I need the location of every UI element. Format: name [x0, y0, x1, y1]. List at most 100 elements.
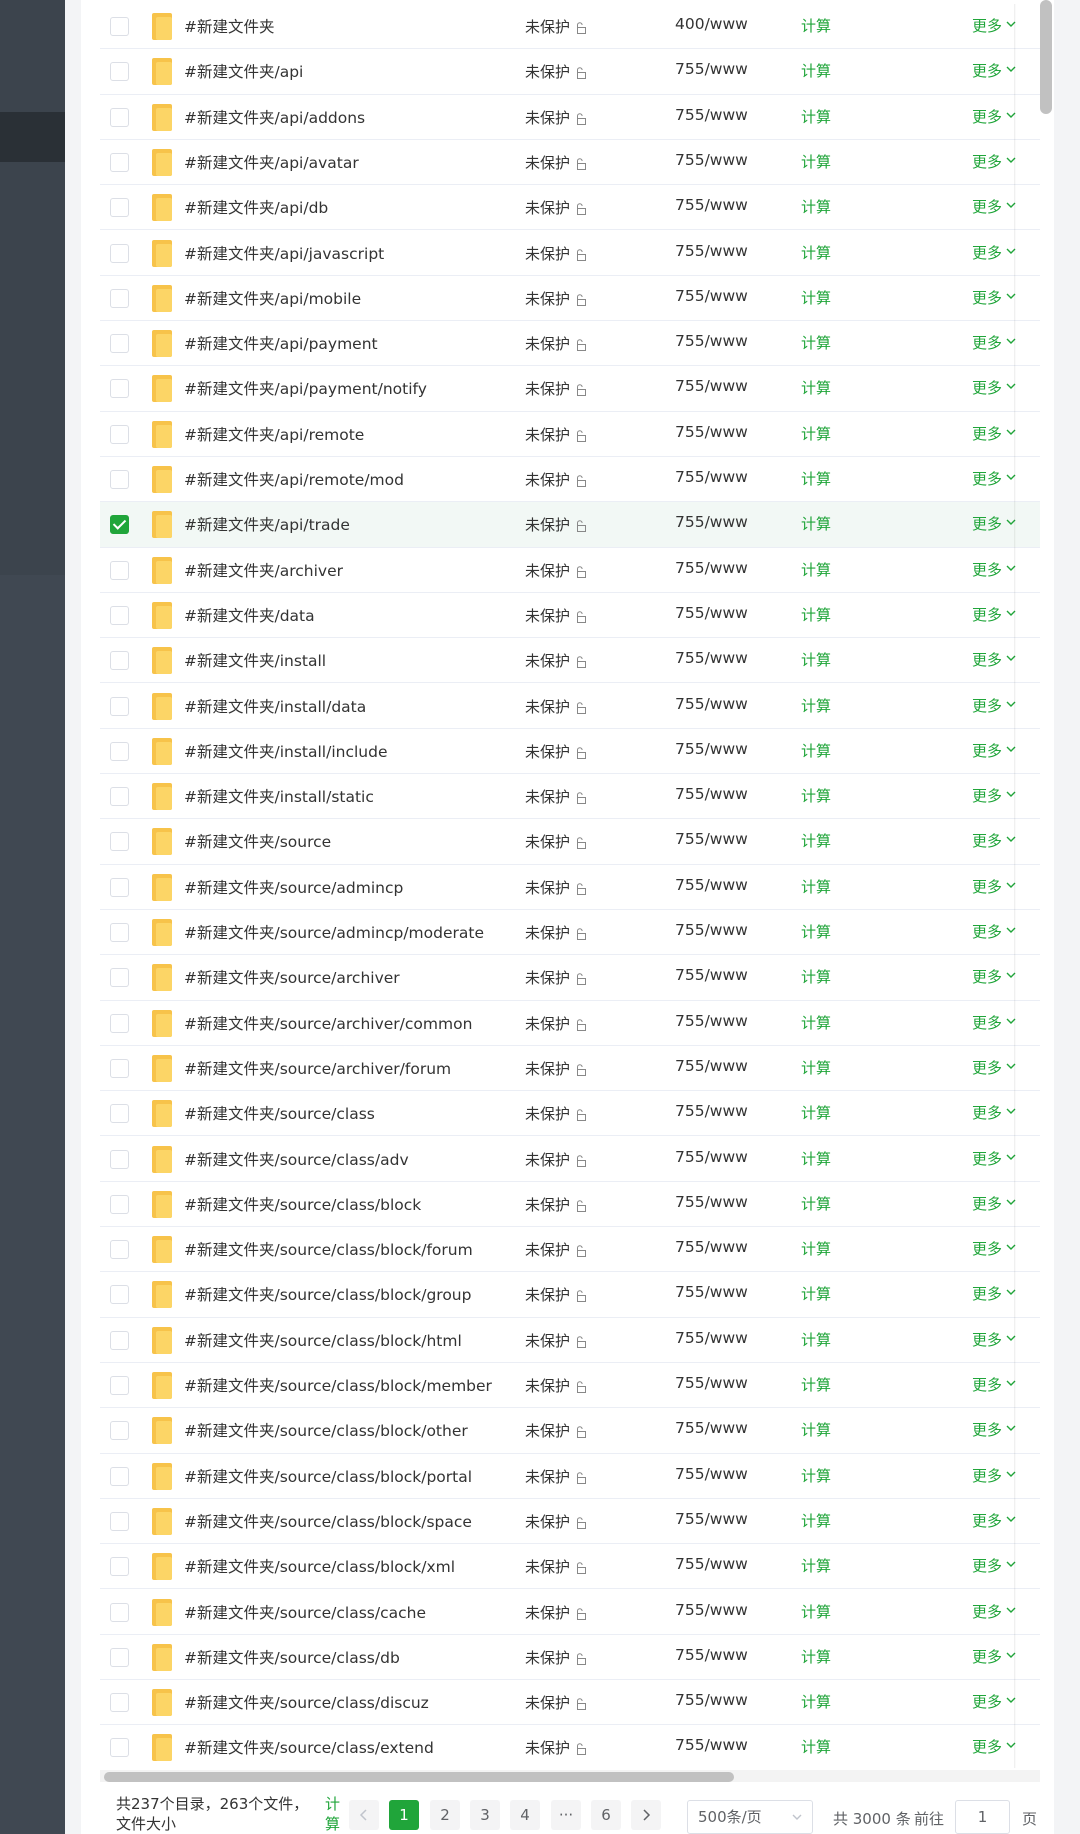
permission[interactable]: 400/www: [675, 15, 748, 33]
protection-status[interactable]: 未保护: [525, 107, 570, 128]
row-checkbox[interactable]: [110, 1602, 129, 1622]
permission[interactable]: 755/www: [675, 1419, 748, 1437]
calc-size-link[interactable]: 计算: [801, 1465, 831, 1486]
calc-size-link[interactable]: 计算: [801, 1510, 831, 1531]
file-name[interactable]: #新建文件夹/source/class/block/forum: [184, 1238, 473, 1260]
row-checkbox[interactable]: [110, 334, 129, 354]
more-dropdown[interactable]: 更多: [972, 966, 1002, 987]
unlock-icon[interactable]: [575, 882, 587, 895]
unlock-icon[interactable]: [575, 701, 587, 714]
row-checkbox[interactable]: [110, 1738, 129, 1758]
table-row[interactable]: #新建文件夹/source/class/block/space 未保护 755/ww…: [100, 1499, 1040, 1545]
file-name[interactable]: #新建文件夹/install: [184, 649, 326, 671]
protection-status[interactable]: 未保护: [525, 741, 570, 762]
row-checkbox[interactable]: [110, 923, 129, 942]
more-dropdown[interactable]: 更多: [972, 921, 1002, 942]
file-name[interactable]: #新建文件夹/source/class: [184, 1102, 375, 1124]
table-row[interactable]: #新建文件夹/source/admincp 未保护 755/www 计算 更多: [100, 865, 1040, 910]
row-checkbox[interactable]: [110, 62, 129, 82]
protection-status[interactable]: 未保护: [525, 16, 570, 37]
unlock-icon[interactable]: [575, 565, 587, 578]
unlock-icon[interactable]: [575, 1426, 587, 1439]
table-row[interactable]: #新建文件夹/source/class/block 未保护 755/www 计算 更多: [100, 1182, 1040, 1228]
unlock-icon[interactable]: [575, 429, 587, 442]
protection-status[interactable]: 未保护: [525, 378, 570, 399]
page-button-2[interactable]: 2: [430, 1800, 460, 1830]
unlock-icon[interactable]: [575, 248, 587, 261]
more-dropdown[interactable]: 更多: [972, 1555, 1002, 1576]
table-row[interactable]: #新建文件夹/source/class/block/forum 未保护 755/ww…: [100, 1227, 1040, 1273]
calc-size-link[interactable]: 计算: [801, 785, 831, 806]
protection-status[interactable]: 未保护: [525, 1556, 570, 1577]
row-checkbox[interactable]: [110, 968, 129, 988]
more-dropdown[interactable]: 更多: [972, 423, 1002, 444]
row-checkbox[interactable]: [110, 1240, 129, 1260]
table-row[interactable]: #新建文件夹/install/include 未保护 755/www 计算 更多: [100, 729, 1040, 775]
page-button-3[interactable]: 3: [470, 1800, 500, 1830]
more-dropdown[interactable]: 更多: [972, 377, 1002, 398]
summary-calc-link[interactable]: 计算: [325, 1794, 343, 1834]
permission[interactable]: 755/www: [675, 1374, 748, 1392]
permission[interactable]: 755/www: [675, 468, 748, 486]
row-checkbox[interactable]: [110, 424, 129, 444]
permission[interactable]: 755/www: [675, 1283, 748, 1301]
calc-size-link[interactable]: 计算: [801, 287, 831, 308]
permission[interactable]: 755/www: [675, 1646, 748, 1664]
protection-status[interactable]: 未保护: [525, 1466, 570, 1487]
calc-size-link[interactable]: 计算: [801, 332, 831, 353]
permission[interactable]: 755/www: [675, 695, 748, 713]
table-row[interactable]: #新建文件夹/source/class/cache 未保护 755/www 计算 更多: [100, 1590, 1040, 1635]
protection-status[interactable]: 未保护: [525, 1149, 570, 1170]
calc-size-link[interactable]: 计算: [801, 649, 831, 670]
protection-status[interactable]: 未保护: [525, 61, 570, 82]
unlock-icon[interactable]: [575, 1335, 587, 1348]
more-dropdown[interactable]: 更多: [972, 1102, 1002, 1123]
prev-page-button[interactable]: [349, 1800, 379, 1830]
file-name[interactable]: #新建文件夹/api/addons: [184, 106, 365, 128]
unlock-icon[interactable]: [575, 1018, 587, 1031]
table-row[interactable]: #新建文件夹/source/admincp/moderate 未保护 755/www…: [100, 910, 1040, 956]
unlock-icon[interactable]: [575, 837, 587, 850]
protection-status[interactable]: 未保护: [525, 877, 570, 898]
unlock-icon[interactable]: [575, 1743, 587, 1756]
more-dropdown[interactable]: 更多: [972, 332, 1002, 353]
file-name[interactable]: #新建文件夹/source/class/block: [184, 1193, 421, 1215]
protection-status[interactable]: 未保护: [525, 1103, 570, 1124]
file-name[interactable]: #新建文件夹/api/remote: [184, 423, 364, 445]
table-row[interactable]: #新建文件夹/api/payment/notify 未保护 755/www 计算 更多: [100, 366, 1040, 412]
more-dropdown[interactable]: 更多: [972, 1465, 1002, 1486]
unlock-icon[interactable]: [575, 1109, 587, 1122]
row-checkbox[interactable]: [110, 1104, 129, 1124]
row-checkbox[interactable]: [110, 243, 129, 263]
row-checkbox[interactable]: [110, 515, 129, 535]
table-row[interactable]: #新建文件夹 未保护 400/www 计算 更多: [100, 4, 1040, 50]
calc-size-link[interactable]: 计算: [801, 60, 831, 81]
table-row[interactable]: #新建文件夹/api/payment 未保护 755/www 计算 更多: [100, 321, 1040, 367]
row-checkbox[interactable]: [110, 152, 129, 172]
calc-size-link[interactable]: 计算: [801, 1148, 831, 1169]
row-checkbox[interactable]: [110, 787, 129, 807]
table-row[interactable]: #新建文件夹/api/mobile 未保护 755/www 计算 更多: [100, 276, 1040, 322]
calc-size-link[interactable]: 计算: [801, 1057, 831, 1078]
row-checkbox[interactable]: [110, 17, 129, 36]
more-dropdown[interactable]: 更多: [972, 1148, 1002, 1169]
more-dropdown[interactable]: 更多: [972, 649, 1002, 670]
table-row[interactable]: #新建文件夹/source/class/extend 未保护 755/www 计算 更多: [100, 1725, 1040, 1768]
protection-status[interactable]: 未保护: [525, 424, 570, 445]
table-row[interactable]: #新建文件夹/source/class 未保护 755/www 计算 更多: [100, 1091, 1040, 1137]
more-dropdown[interactable]: 更多: [972, 1510, 1002, 1531]
file-name[interactable]: #新建文件夹/source/class/discuz: [184, 1691, 429, 1713]
permission[interactable]: 755/www: [675, 876, 748, 894]
calc-size-link[interactable]: 计算: [801, 423, 831, 444]
calc-size-link[interactable]: 计算: [801, 695, 831, 716]
file-name[interactable]: #新建文件夹/api/db: [184, 196, 328, 218]
calc-size-link[interactable]: 计算: [801, 1374, 831, 1395]
calc-size-link[interactable]: 计算: [801, 513, 831, 534]
protection-status[interactable]: 未保护: [525, 152, 570, 173]
unlock-icon[interactable]: [575, 1698, 587, 1711]
file-name[interactable]: #新建文件夹/install/static: [184, 785, 374, 807]
file-name[interactable]: #新建文件夹/install/data: [184, 695, 366, 717]
calc-size-link[interactable]: 计算: [801, 830, 831, 851]
protection-status[interactable]: 未保护: [525, 605, 570, 626]
more-dropdown[interactable]: 更多: [972, 1329, 1002, 1350]
